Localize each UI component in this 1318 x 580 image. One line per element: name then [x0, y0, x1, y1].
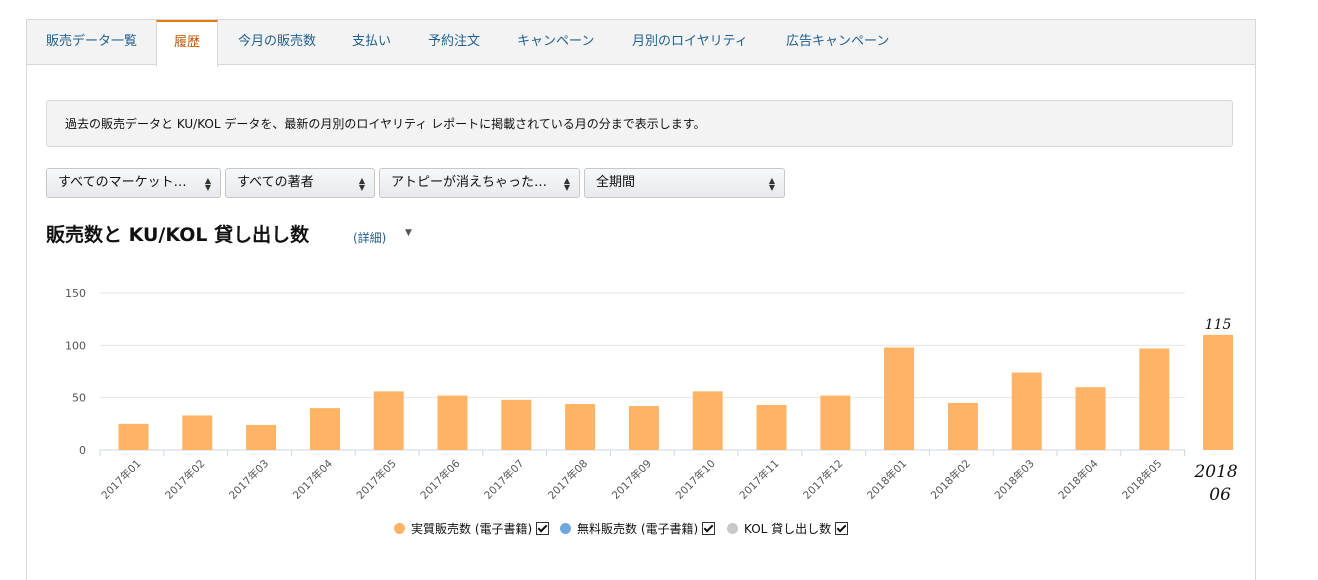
- bar[interactable]: [947, 402, 978, 450]
- legend-item-paid[interactable]: 実質販売数 (電子書籍): [394, 520, 550, 537]
- x-tick-label: 2017年07: [481, 457, 526, 502]
- bars: [118, 334, 1234, 450]
- x-tick-label: 2017年10: [673, 457, 718, 502]
- legend-label: 実質販売数 (電子書籍): [411, 522, 533, 536]
- x-tick-label: 2017年05: [354, 457, 399, 502]
- bar[interactable]: [1075, 387, 1106, 450]
- bar[interactable]: [884, 347, 915, 450]
- handwritten-year: 2018: [1193, 462, 1237, 482]
- x-tick-label: 2018年05: [1119, 457, 1164, 502]
- legend-checkbox[interactable]: [702, 522, 716, 535]
- y-axis: 0 50 100 150: [65, 287, 86, 457]
- x-tick-label: 2017年08: [545, 457, 590, 502]
- x-tick-label: 2017年01: [99, 457, 144, 502]
- bar[interactable]: [182, 415, 213, 450]
- x-tick-label: 2017年11: [737, 457, 782, 502]
- legend-item-free[interactable]: 無料販売数 (電子書籍): [560, 520, 716, 537]
- bar[interactable]: [1203, 334, 1234, 450]
- x-tick-label: 2017年02: [162, 457, 207, 502]
- x-axis: 2017年01 2017年02 2017年03 2017年04 2017年05 2017年…: [99, 450, 1186, 502]
- y-tick-label: 100: [65, 339, 86, 352]
- y-tick-label: 150: [65, 287, 86, 300]
- legend-item-kol[interactable]: KOL 貸し出し数: [727, 520, 849, 537]
- bar[interactable]: [756, 404, 787, 450]
- x-tick-label: 2018年02: [928, 457, 973, 502]
- bar[interactable]: [246, 424, 277, 450]
- bar[interactable]: [565, 403, 596, 450]
- x-tick-label: 2017年09: [609, 457, 654, 502]
- x-tick-label: 2017年12: [800, 457, 845, 502]
- bar[interactable]: [118, 423, 149, 450]
- x-tick-label: 2018年01: [864, 457, 909, 502]
- bar[interactable]: [692, 391, 723, 450]
- x-tick-label: 2018年03: [992, 457, 1037, 502]
- bar[interactable]: [1011, 372, 1042, 450]
- bar[interactable]: [820, 395, 851, 450]
- x-tick-label: 2017年04: [290, 457, 335, 502]
- handwritten-month: 06: [1209, 485, 1231, 505]
- bar[interactable]: [501, 399, 532, 450]
- bar[interactable]: [309, 408, 340, 450]
- legend-label: 無料販売数 (電子書籍): [577, 522, 699, 536]
- bar[interactable]: [1139, 348, 1170, 450]
- legend-checkbox[interactable]: [835, 522, 849, 535]
- sales-chart: 050100150 2017年01 2017年02 2017年03 2017年04 20…: [65, 287, 1238, 505]
- legend-dot-icon: [394, 523, 405, 534]
- bar[interactable]: [628, 406, 659, 450]
- handwritten-value: 115: [1205, 317, 1232, 333]
- legend-label: KOL 貸し出し数: [744, 522, 832, 536]
- x-tick-label: 2017年06: [418, 457, 463, 502]
- x-tick-label: 2017年03: [226, 457, 271, 502]
- x-tick-label: 2018年04: [1056, 457, 1101, 502]
- y-tick-label: 0: [79, 444, 86, 457]
- bar[interactable]: [373, 391, 404, 450]
- legend-dot-icon: [560, 523, 571, 534]
- bar[interactable]: [437, 395, 468, 450]
- legend-dot-icon: [727, 523, 738, 534]
- legend-checkbox[interactable]: [536, 522, 550, 535]
- y-tick-label: 50: [72, 392, 86, 405]
